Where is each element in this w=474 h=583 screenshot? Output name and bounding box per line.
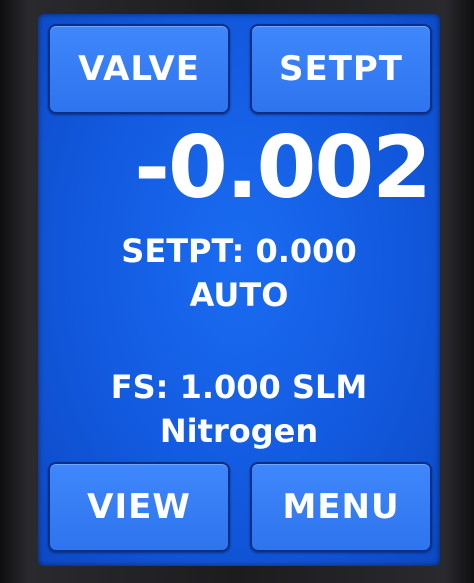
setpoint-button-label: SETPT [278,49,404,89]
view-button-label: VIEW [87,487,191,527]
menu-button[interactable]: MENU [250,462,432,552]
gas-type: Nitrogen [159,412,319,450]
setpoint-readout: SETPT: 0.000 [121,232,357,270]
valve-button[interactable]: VALVE [48,24,230,114]
control-mode: AUTO [189,276,289,314]
flow-reading: -0.002 [134,118,432,218]
view-button[interactable]: VIEW [48,462,230,552]
valve-button-label: VALVE [78,49,200,89]
touch-screen: VALVE SETPT -0.002 SETPT: 0.000 AUTO FS:… [38,14,440,566]
setpoint-button[interactable]: SETPT [250,24,432,114]
full-scale-readout: FS: 1.000 SLM [110,368,368,406]
menu-button-label: MENU [282,487,400,527]
